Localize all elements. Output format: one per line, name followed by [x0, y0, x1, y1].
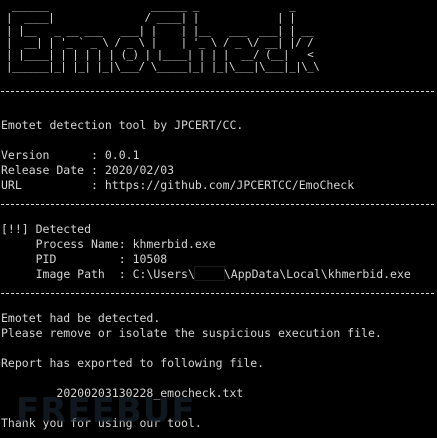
url-value[interactable]: https://github.com/JPCERTCC/EmoCheck	[105, 178, 354, 192]
image-path-prefix: C:\Users\	[132, 267, 195, 281]
emocheck-ascii-banner: ______ ______ _ _ | ____| / ____| | | | …	[6, 0, 320, 74]
process-name-value: khmerbid.exe	[132, 237, 216, 251]
process-name-row: Process Name: khmerbid.exe	[1, 237, 216, 252]
separator-line	[1, 293, 434, 294]
url-label: URL	[1, 178, 92, 192]
report-filename: 20200203130228_emocheck.txt	[56, 386, 244, 400]
separator-line	[1, 91, 434, 92]
url-row: URL : https://github.com/JPCERTCC/EmoChe…	[1, 178, 355, 192]
pid-row: PID : 10508	[1, 252, 168, 267]
release-date-value: 2020/02/03	[104, 163, 175, 177]
result-line-2: Please remove or isolate the suspicious …	[1, 326, 382, 340]
redacted-username-box	[193, 266, 225, 281]
version-label: Version	[1, 148, 92, 162]
image-path-label: Image Path :	[35, 267, 133, 281]
pid-label: PID :	[35, 252, 133, 266]
thank-you-text: Thank you for using our tool.	[1, 416, 202, 430]
separator-line	[1, 204, 434, 205]
image-path-row: Image Path : C:\Users\ \AppData\Local\khm…	[1, 266, 411, 282]
image-path-suffix: \AppData\Local\khmerbid.exe	[223, 267, 411, 281]
intro-text: Emotet detection tool by JPCERT/CC.	[1, 118, 244, 132]
pid-value: 10508	[132, 252, 168, 266]
process-name-label: Process Name:	[35, 237, 133, 251]
result-line-1: Emotet had be detected.	[1, 311, 161, 325]
release-date-label: Release Date	[1, 163, 92, 177]
terminal-window[interactable]: ______ ______ _ _ | ____| / ____| | | | …	[0, 0, 437, 438]
report-file-row: 20200203130228_emocheck.txt	[1, 386, 243, 401]
detected-header: [!!] Detected	[1, 222, 92, 236]
version-value: 0.0.1	[104, 148, 140, 162]
version-row: Version : 0.0.1	[1, 148, 140, 162]
report-export-text: Report has exported to following file.	[1, 356, 265, 370]
release-date-row: Release Date : 2020/02/03	[1, 163, 175, 177]
